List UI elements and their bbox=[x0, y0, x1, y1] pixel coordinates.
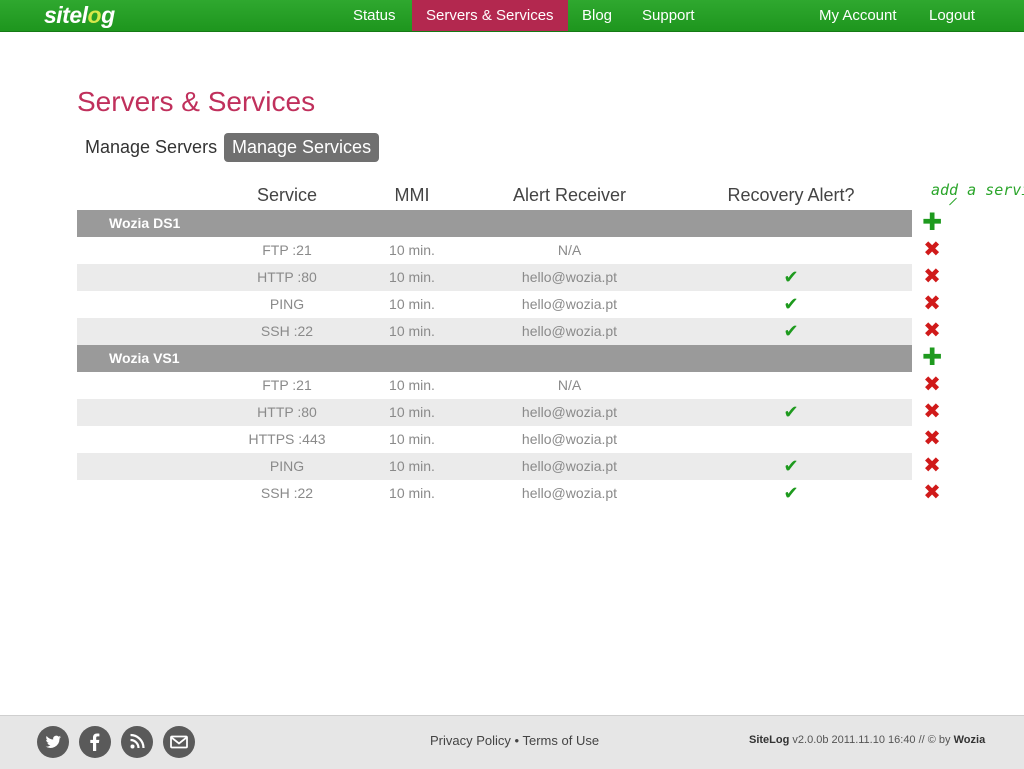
delete-service-icon[interactable]: ✖ bbox=[921, 455, 943, 477]
alert-receiver: hello@wozia.pt bbox=[521, 404, 618, 420]
alert-receiver: N/A bbox=[557, 242, 582, 258]
recovery-check-icon: ✔ bbox=[783, 456, 799, 476]
nav-logout[interactable]: Logout bbox=[915, 0, 989, 31]
nav-servers-services[interactable]: Servers & Services bbox=[412, 0, 568, 31]
add-service-icon[interactable]: ✚ bbox=[921, 211, 943, 235]
version-text: v2.0.0b 2011.11.10 16:40 // © by bbox=[792, 734, 951, 746]
page-title: Servers & Services bbox=[77, 86, 316, 117]
top-navigation-bar: sitelog Status Servers & Services Blog S… bbox=[0, 0, 1024, 32]
delete-service-icon[interactable]: ✖ bbox=[921, 428, 943, 450]
service-name: HTTPS :443 bbox=[248, 431, 326, 447]
facebook-icon[interactable] bbox=[79, 726, 111, 758]
tab-manage-servers[interactable]: Manage Servers bbox=[77, 133, 225, 162]
mmi-value: 10 min. bbox=[389, 431, 435, 447]
column-header-recovery-alert: Recovery Alert? bbox=[727, 185, 855, 205]
recovery-check-icon: ✔ bbox=[783, 321, 799, 341]
sitelog-logo[interactable]: sitelog bbox=[44, 1, 115, 29]
service-row: HTTP :80 10 min. hello@wozia.pt ✔ bbox=[77, 399, 912, 426]
nav-status[interactable]: Status bbox=[339, 0, 410, 31]
mmi-value: 10 min. bbox=[389, 404, 435, 420]
service-name: PING bbox=[269, 296, 305, 312]
privacy-policy-link[interactable]: Privacy Policy bbox=[430, 733, 511, 748]
delete-service-icon[interactable]: ✖ bbox=[921, 239, 943, 261]
mmi-value: 10 min. bbox=[389, 458, 435, 474]
delete-service-icon[interactable]: ✖ bbox=[921, 293, 943, 315]
column-header-alert-receiver: Alert Receiver bbox=[512, 185, 627, 205]
service-row: PING 10 min. hello@wozia.pt ✔ bbox=[77, 291, 912, 318]
alert-receiver: hello@wozia.pt bbox=[521, 485, 618, 501]
column-header-service: Service bbox=[256, 185, 318, 205]
mmi-value: 10 min. bbox=[389, 269, 435, 285]
service-row: FTP :21 10 min. N/A bbox=[77, 237, 912, 264]
mmi-value: 10 min. bbox=[389, 296, 435, 312]
alert-receiver: N/A bbox=[557, 377, 582, 393]
nav-my-account[interactable]: My Account bbox=[805, 0, 911, 31]
service-row: PING 10 min. hello@wozia.pt ✔ bbox=[77, 453, 912, 480]
twitter-icon[interactable] bbox=[37, 726, 69, 758]
service-name: SSH :22 bbox=[260, 323, 314, 339]
recovery-check-icon: ✔ bbox=[783, 402, 799, 422]
service-row: SSH :22 10 min. hello@wozia.pt ✔ bbox=[77, 318, 912, 345]
mmi-value: 10 min. bbox=[389, 323, 435, 339]
column-header-mmi: MMI bbox=[394, 185, 430, 205]
footer-separator: • bbox=[514, 733, 520, 748]
server-group-row: Wozia DS1 bbox=[77, 210, 912, 237]
logo-text-o: o bbox=[87, 2, 102, 28]
app-name: SiteLog bbox=[749, 734, 790, 746]
alert-receiver: hello@wozia.pt bbox=[521, 269, 618, 285]
copyright-text: SiteLog v2.0.0b 2011.11.10 16:40 // © by… bbox=[749, 734, 985, 746]
service-row: SSH :22 10 min. hello@wozia.pt ✔ bbox=[77, 480, 912, 507]
mmi-value: 10 min. bbox=[389, 242, 435, 258]
recovery-check-icon: ✔ bbox=[783, 294, 799, 314]
service-name: HTTP :80 bbox=[257, 404, 317, 420]
delete-service-icon[interactable]: ✖ bbox=[921, 266, 943, 288]
rss-icon[interactable] bbox=[121, 726, 153, 758]
alert-receiver: hello@wozia.pt bbox=[521, 458, 618, 474]
server-name: Wozia DS1 bbox=[109, 215, 181, 231]
tab-manage-services[interactable]: Manage Services bbox=[224, 133, 380, 162]
server-name: Wozia VS1 bbox=[109, 350, 180, 366]
nav-blog[interactable]: Blog bbox=[568, 0, 626, 31]
logo-text-a: sitel bbox=[44, 2, 88, 28]
logo-text-b: g bbox=[101, 2, 115, 28]
delete-service-icon[interactable]: ✖ bbox=[921, 401, 943, 423]
mmi-value: 10 min. bbox=[389, 485, 435, 501]
service-name: HTTP :80 bbox=[257, 269, 317, 285]
delete-service-icon[interactable]: ✖ bbox=[921, 374, 943, 396]
delete-service-icon[interactable]: ✖ bbox=[921, 320, 943, 342]
alert-receiver: hello@wozia.pt bbox=[521, 431, 618, 447]
email-icon[interactable] bbox=[163, 726, 195, 758]
service-name: FTP :21 bbox=[262, 242, 312, 258]
service-name: SSH :22 bbox=[260, 485, 314, 501]
service-row: FTP :21 10 min. N/A bbox=[77, 372, 912, 399]
alert-receiver: hello@wozia.pt bbox=[521, 323, 618, 339]
recovery-check-icon: ✔ bbox=[783, 267, 799, 287]
mmi-value: 10 min. bbox=[389, 377, 435, 393]
service-name: FTP :21 bbox=[262, 377, 312, 393]
footer-links: Privacy Policy • Terms of Use bbox=[430, 733, 599, 748]
service-name: PING bbox=[269, 458, 305, 474]
delete-service-icon[interactable]: ✖ bbox=[921, 482, 943, 504]
service-row: HTTPS :443 10 min. hello@wozia.pt bbox=[77, 426, 912, 453]
terms-of-use-link[interactable]: Terms of Use bbox=[523, 733, 600, 748]
service-row: HTTP :80 10 min. hello@wozia.pt ✔ bbox=[77, 264, 912, 291]
recovery-check-icon: ✔ bbox=[783, 483, 799, 503]
nav-support[interactable]: Support bbox=[628, 0, 709, 31]
company-link[interactable]: Wozia bbox=[954, 734, 986, 746]
add-service-icon[interactable]: ✚ bbox=[921, 346, 943, 370]
server-group-row: Wozia VS1 bbox=[77, 345, 912, 372]
add-service-hint: add a service bbox=[931, 181, 1024, 199]
alert-receiver: hello@wozia.pt bbox=[521, 296, 618, 312]
